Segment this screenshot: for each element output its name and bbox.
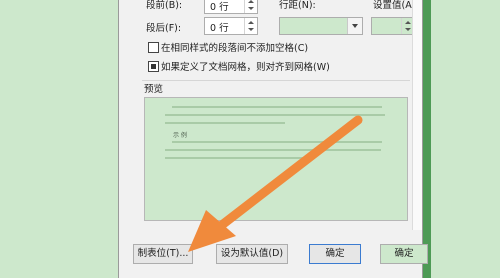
- annotation-arrow-icon: [188, 115, 363, 252]
